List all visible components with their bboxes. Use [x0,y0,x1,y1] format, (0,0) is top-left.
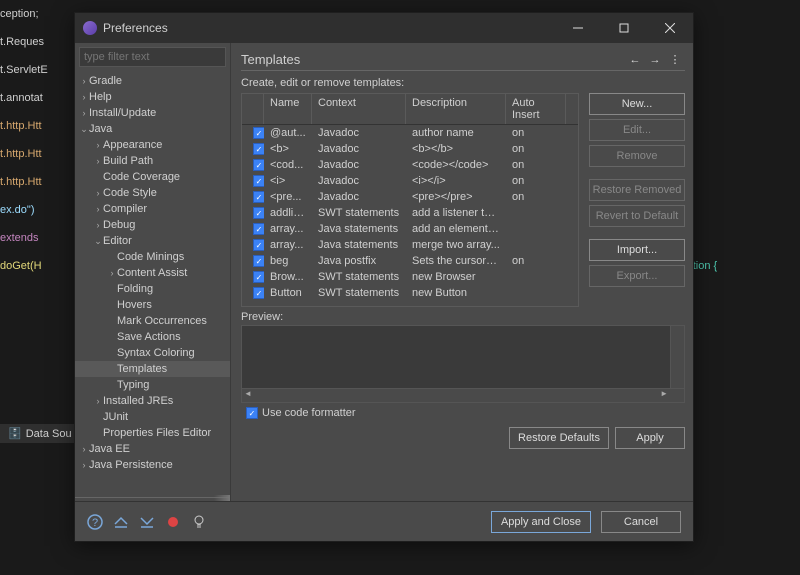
table-row[interactable]: ✓begJava postfixSets the cursor t...on [242,253,578,269]
row-checkbox[interactable]: ✓ [253,159,264,171]
row-checkbox[interactable]: ✓ [253,287,264,299]
row-checkbox[interactable]: ✓ [253,127,264,139]
svg-text:?: ? [92,517,98,529]
restore-defaults-button[interactable]: Restore Defaults [509,427,609,449]
tree-item[interactable]: Typing [75,377,230,393]
table-header[interactable]: Name Context Description Auto Insert [242,94,578,125]
table-row[interactable]: ✓<b>Javadoc<b></b>on [242,141,578,157]
close-button[interactable] [647,13,693,43]
tree-item[interactable]: ›Debug [75,217,230,233]
tree-item[interactable]: ›Java EE [75,441,230,457]
preferences-dialog: Preferences ›Gradle›Help›Install/Update⌄… [74,12,694,542]
use-formatter-checkbox[interactable]: ✓ [246,407,258,419]
tree-item[interactable]: ⌄Java [75,121,230,137]
row-checkbox[interactable]: ✓ [253,239,264,251]
table-row[interactable]: ✓Brow...SWT statementsnew Browser [242,269,578,285]
scrollbar-horizontal[interactable] [242,388,684,402]
use-formatter-label: Use code formatter [262,407,356,419]
table-row[interactable]: ✓addlis...SWT statementsadd a listener t… [242,205,578,221]
export-prefs-icon[interactable] [139,514,155,530]
tree-item[interactable]: Hovers [75,297,230,313]
templates-table[interactable]: Name Context Description Auto Insert ✓@a… [241,93,579,307]
row-checkbox[interactable]: ✓ [253,271,264,283]
apply-button[interactable]: Apply [615,427,685,449]
tree-item[interactable]: ›Help [75,89,230,105]
minimize-button[interactable] [555,13,601,43]
preference-tree[interactable]: ›Gradle›Help›Install/Update⌄Java›Appeara… [75,71,230,493]
titlebar[interactable]: Preferences [75,13,693,43]
table-row[interactable]: ✓<i>Javadoc<i></i>on [242,173,578,189]
forward-button[interactable]: → [645,51,665,69]
maximize-button[interactable] [601,13,647,43]
tree-item[interactable]: ›Build Path [75,153,230,169]
tree-item[interactable]: ›Install/Update [75,105,230,121]
page-description: Create, edit or remove templates: [241,77,685,89]
tree-item[interactable]: ›Java Persistence [75,457,230,473]
row-checkbox[interactable]: ✓ [253,255,264,267]
new-button[interactable]: New... [589,93,685,115]
resize-handle[interactable] [75,497,230,501]
tree-item[interactable]: ›Installed JREs [75,393,230,409]
export-button: Export... [589,265,685,287]
edit-button: Edit... [589,119,685,141]
table-row[interactable]: ✓array...Java statementsmerge two array.… [242,237,578,253]
table-row[interactable]: ✓array...Java statementsadd an element t… [242,221,578,237]
tree-item[interactable]: ›Content Assist [75,265,230,281]
row-checkbox[interactable]: ✓ [253,175,264,187]
tree-item[interactable]: ›Code Style [75,185,230,201]
tree-item[interactable]: ⌄Editor [75,233,230,249]
restore-removed-button: Restore Removed [589,179,685,201]
col-autoinsert[interactable]: Auto Insert [506,94,566,124]
page-title: Templates [241,52,625,67]
row-checkbox[interactable]: ✓ [253,191,264,203]
tree-item[interactable]: Mark Occurrences [75,313,230,329]
tree-item[interactable]: Code Minings [75,249,230,265]
col-context[interactable]: Context [312,94,406,124]
table-row[interactable]: ✓ButtonSWT statementsnew Button [242,285,578,301]
table-row[interactable]: ✓@aut...Javadocauthor nameon [242,125,578,141]
database-icon: 🗄️ [8,427,22,440]
main-panel: Templates ← → ⋮ Create, edit or remove t… [231,43,693,501]
revert-button: Revert to Default [589,205,685,227]
row-checkbox[interactable]: ✓ [253,207,264,219]
tree-item[interactable]: Templates [75,361,230,377]
button-column: New... Edit... Remove Restore Removed Re… [589,93,685,307]
import-prefs-icon[interactable] [113,514,129,530]
cancel-button[interactable]: Cancel [601,511,681,533]
lightbulb-icon[interactable] [191,514,207,530]
tree-item[interactable]: ›Compiler [75,201,230,217]
row-checkbox[interactable]: ✓ [253,143,264,155]
menu-button[interactable]: ⋮ [665,51,685,69]
table-row[interactable]: ✓<cod...Javadoc<code></code>on [242,157,578,173]
window-title: Preferences [103,21,555,35]
import-button[interactable]: Import... [589,239,685,261]
table-row[interactable]: ✓<pre...Javadoc<pre></pre>on [242,189,578,205]
tree-item[interactable]: Properties Files Editor [75,425,230,441]
eclipse-icon [83,21,97,35]
remove-button: Remove [589,145,685,167]
row-checkbox[interactable]: ✓ [253,223,264,235]
tree-item[interactable]: Syntax Coloring [75,345,230,361]
tree-item[interactable]: Save Actions [75,329,230,345]
tree-item[interactable]: ›Gradle [75,73,230,89]
filter-input[interactable] [79,47,226,67]
preview-label: Preview: [241,311,685,323]
footer: ? Apply and Close Cancel [75,501,693,541]
sidebar: ›Gradle›Help›Install/Update⌄Java›Appeara… [75,43,231,501]
data-sources-tab[interactable]: 🗄️ Data Sou [0,424,80,443]
back-button[interactable]: ← [625,51,645,69]
help-icon[interactable]: ? [87,514,103,530]
col-name[interactable]: Name [264,94,312,124]
record-icon[interactable] [165,514,181,530]
tree-item[interactable]: Code Coverage [75,169,230,185]
preview-box[interactable] [241,325,685,403]
col-description[interactable]: Description [406,94,506,124]
tree-item[interactable]: ›Appearance [75,137,230,153]
apply-and-close-button[interactable]: Apply and Close [491,511,591,533]
tree-item[interactable]: Folding [75,281,230,297]
tree-item[interactable]: JUnit [75,409,230,425]
